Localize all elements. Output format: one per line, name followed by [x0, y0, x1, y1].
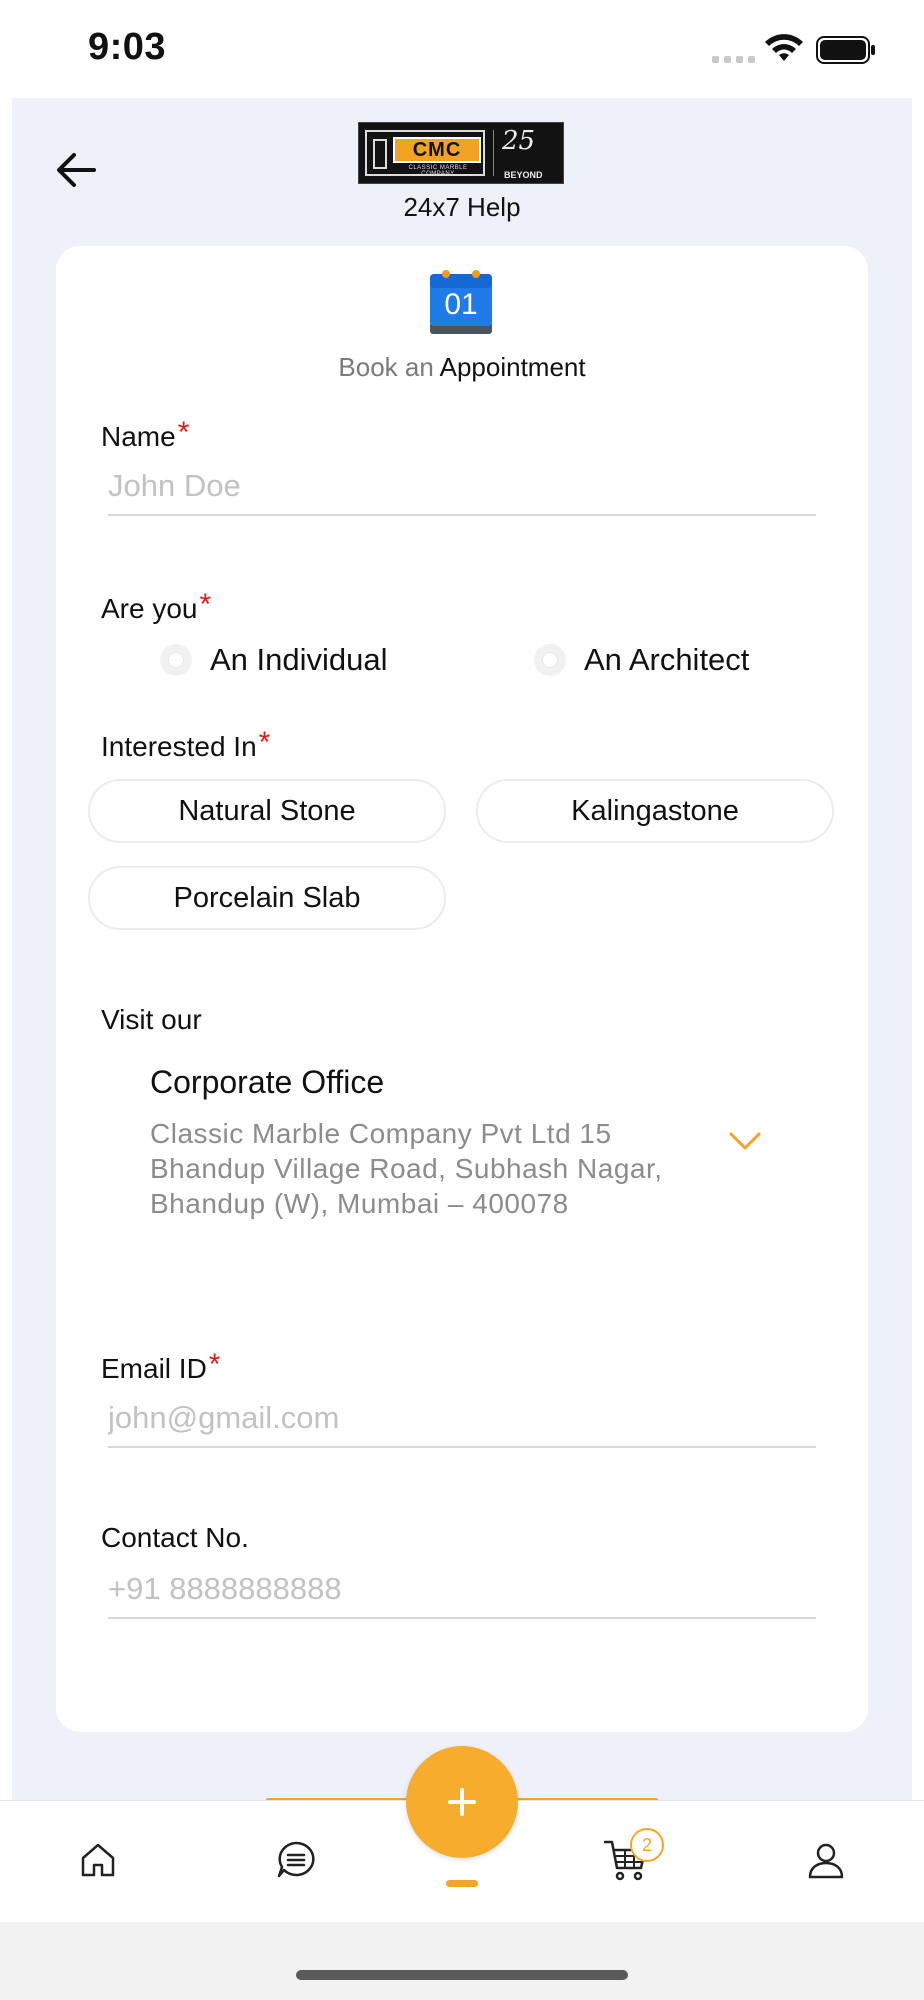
chip-porcelain-slab[interactable]: Porcelain Slab	[88, 866, 446, 930]
visit-label: Visit our	[101, 1004, 202, 1035]
radio-architect[interactable]	[534, 644, 566, 676]
svg-text:01: 01	[444, 288, 477, 321]
help-text: 24x7 Help	[403, 192, 521, 222]
office-title[interactable]: Corporate Office	[150, 1064, 384, 1101]
calendar-icon: 01	[430, 270, 492, 334]
status-time: 9:03	[88, 26, 167, 68]
email-input[interactable]	[108, 1390, 816, 1448]
signal-icon	[712, 56, 755, 63]
required-mark: *	[258, 726, 271, 759]
back-button[interactable]	[52, 146, 100, 194]
card-title: Book an Appointment	[262, 352, 662, 383]
cart-count-badge: 2	[630, 1828, 664, 1862]
nav-home[interactable]	[74, 1836, 122, 1884]
radio-individual-label[interactable]: An Individual	[210, 642, 388, 678]
arrow-left-icon	[57, 153, 96, 187]
card-title-prefix: Book an	[338, 352, 434, 382]
profile-icon	[808, 1843, 844, 1879]
add-button[interactable]	[406, 1746, 518, 1858]
office-address[interactable]: Classic Marble Company Pvt Ltd 15 Bhandu…	[150, 1116, 730, 1221]
contact-label: Contact No.	[101, 1522, 249, 1553]
name-input[interactable]	[108, 458, 816, 516]
card-title-main: Appointment	[439, 352, 586, 382]
nav-profile[interactable]	[802, 1836, 850, 1884]
chevron-down-icon[interactable]	[728, 1130, 762, 1152]
required-mark: *	[208, 1348, 221, 1381]
plus-icon	[448, 1788, 476, 1816]
name-label: Name*	[101, 416, 190, 452]
required-mark: *	[177, 416, 190, 449]
wifi-icon	[765, 34, 803, 61]
contact-input[interactable]	[108, 1561, 816, 1619]
home-icon	[81, 1843, 115, 1877]
radio-individual[interactable]	[160, 644, 192, 676]
status-bar: 9:03	[0, 0, 924, 98]
home-indicator[interactable]	[296, 1970, 628, 1980]
brand-logo: CMC CLASSIC MARBLE COMPANY 25 BEYOND	[358, 122, 564, 184]
active-tab-indicator	[446, 1880, 478, 1887]
radio-architect-label[interactable]: An Architect	[584, 642, 749, 678]
home-indicator-area	[0, 1922, 924, 2000]
are-you-label: Are you*	[101, 588, 212, 624]
chip-kalingastone[interactable]: Kalingastone	[476, 779, 834, 843]
battery-icon	[816, 36, 875, 64]
nav-chat[interactable]	[272, 1836, 320, 1884]
interested-in-label: Interested In*	[101, 726, 271, 762]
email-label: Email ID*	[101, 1348, 221, 1384]
required-mark: *	[199, 588, 212, 621]
chat-icon	[277, 1841, 315, 1878]
chip-natural-stone[interactable]: Natural Stone	[88, 779, 446, 843]
